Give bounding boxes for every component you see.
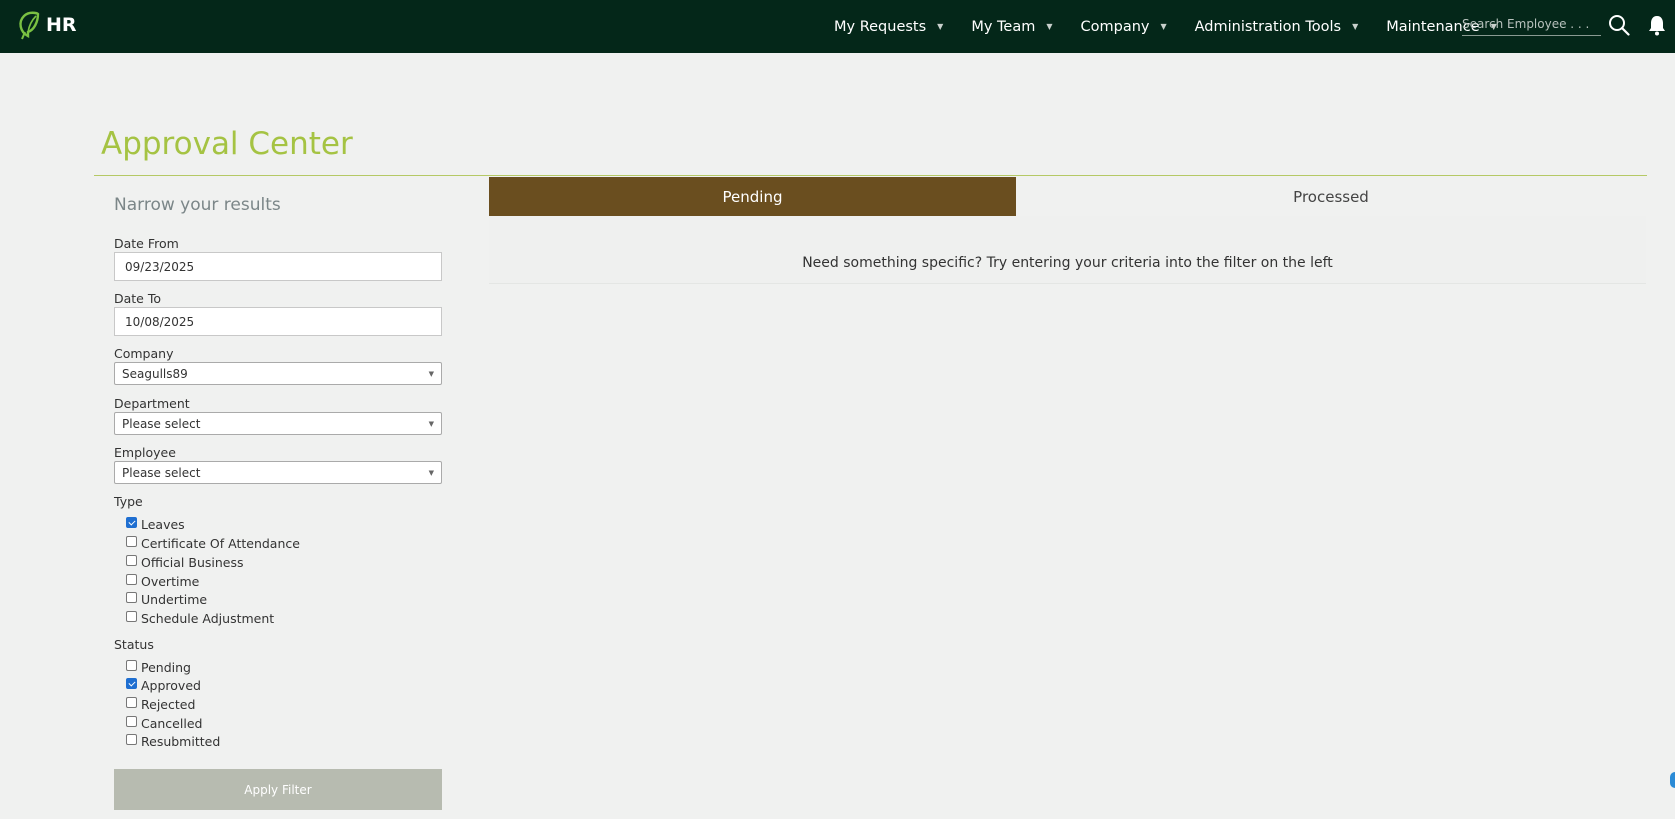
status-checkbox-rejected[interactable]: Rejected (126, 697, 195, 712)
checkbox-checked-icon[interactable] (126, 678, 137, 689)
status-checkbox-label: Resubmitted (141, 734, 221, 749)
checkbox-icon[interactable] (126, 611, 137, 622)
nav-my-team[interactable]: My Team ▼ (971, 19, 1052, 35)
type-checkbox-certificate-of-attendance[interactable]: Certificate Of Attendance (126, 536, 300, 551)
apply-filter-button[interactable]: Apply Filter (114, 769, 442, 810)
bell-icon[interactable] (1647, 14, 1667, 36)
caret-down-icon: ▼ (1046, 22, 1053, 31)
date-from-input[interactable]: 09/23/2025 (114, 252, 442, 281)
top-nav-bar: HR My Requests ▼ My Team ▼ Company ▼ Adm… (0, 0, 1675, 53)
employee-select-value: Please select (122, 465, 201, 480)
type-checkbox-official-business[interactable]: Official Business (126, 555, 244, 570)
main-nav: My Requests ▼ My Team ▼ Company ▼ Admini… (834, 0, 1525, 53)
employee-label: Employee (114, 445, 176, 460)
nav-my-team-label: My Team (971, 18, 1036, 35)
date-from-value: 09/23/2025 (125, 259, 195, 274)
tab-processed[interactable]: Processed (1016, 177, 1646, 216)
type-checkbox-label: Certificate Of Attendance (141, 536, 300, 551)
checkbox-icon[interactable] (126, 592, 137, 603)
nav-administration-tools[interactable]: Administration Tools ▼ (1195, 19, 1359, 35)
type-checkbox-label: Schedule Adjustment (141, 611, 275, 626)
checkbox-icon[interactable] (126, 660, 137, 671)
status-checkbox-cancelled[interactable]: Cancelled (126, 716, 202, 731)
department-label: Department (114, 396, 190, 411)
nav-company-label: Company (1080, 18, 1150, 35)
filter-heading: Narrow your results (114, 195, 281, 215)
leaf-logo-icon (19, 11, 40, 40)
department-select[interactable]: Please select ▼ (114, 412, 442, 435)
tab-pending[interactable]: Pending (489, 177, 1016, 216)
status-checkbox-pending[interactable]: Pending (126, 660, 191, 675)
date-to-value: 10/08/2025 (125, 314, 195, 329)
brand-name: HR (46, 14, 77, 36)
brand-logo[interactable]: HR (16, 10, 77, 40)
page-title: Approval Center (101, 126, 353, 162)
chat-widget-icon[interactable] (1670, 772, 1675, 788)
type-checkbox-label: Undertime (141, 592, 208, 607)
nav-my-requests[interactable]: My Requests ▼ (834, 19, 943, 35)
checkbox-icon[interactable] (126, 697, 137, 708)
status-checkbox-resubmitted[interactable]: Resubmitted (126, 734, 220, 749)
caret-down-icon: ▼ (937, 22, 944, 31)
type-checkbox-label: Overtime (141, 574, 200, 589)
status-checkbox-approved[interactable]: Approved (126, 678, 201, 693)
type-checkbox-undertime[interactable]: Undertime (126, 592, 207, 607)
type-checkbox-leaves[interactable]: Leaves (126, 517, 185, 532)
employee-select[interactable]: Please select ▼ (114, 461, 442, 484)
status-checkbox-label: Approved (141, 678, 201, 693)
checkbox-icon[interactable] (126, 734, 137, 745)
type-checkbox-schedule-adjustment[interactable]: Schedule Adjustment (126, 611, 274, 626)
date-to-label: Date To (114, 291, 162, 306)
status-label: Status (114, 637, 154, 652)
checkbox-icon[interactable] (126, 555, 137, 566)
checkbox-icon[interactable] (126, 536, 137, 547)
checkbox-icon[interactable] (126, 716, 137, 727)
empty-results-hint: Need something specific? Try entering yo… (802, 255, 1333, 271)
checkbox-checked-icon[interactable] (126, 517, 137, 528)
type-checkbox-label: Leaves (141, 517, 185, 532)
type-checkbox-label: Official Business (141, 555, 244, 570)
title-divider (94, 175, 1647, 176)
checkbox-icon[interactable] (126, 574, 137, 585)
results-panel (489, 216, 1646, 284)
date-to-input[interactable]: 10/08/2025 (114, 307, 442, 336)
department-select-value: Please select (122, 416, 201, 431)
status-checkbox-label: Pending (141, 660, 191, 675)
chevron-down-icon: ▼ (428, 419, 434, 428)
company-select[interactable]: Seagulls89 ▼ (114, 362, 442, 385)
nav-administration-tools-label: Administration Tools (1194, 18, 1342, 35)
company-select-value: Seagulls89 (122, 366, 188, 381)
caret-down-icon: ▼ (1352, 22, 1359, 31)
chevron-down-icon: ▼ (428, 369, 434, 378)
chevron-down-icon: ▼ (428, 468, 434, 477)
nav-company[interactable]: Company ▼ (1081, 19, 1167, 35)
status-checkbox-label: Rejected (141, 697, 196, 712)
date-from-label: Date From (114, 236, 179, 251)
filter-panel-heading-wrap: Narrow your results (114, 195, 442, 235)
type-label: Type (114, 494, 143, 509)
status-checkbox-label: Cancelled (141, 716, 203, 731)
search-employee-input[interactable] (1462, 12, 1601, 36)
search-icon[interactable] (1608, 14, 1630, 36)
nav-my-requests-label: My Requests (834, 18, 927, 35)
type-checkbox-overtime[interactable]: Overtime (126, 574, 199, 589)
caret-down-icon: ▼ (1160, 22, 1167, 31)
company-label: Company (114, 346, 174, 361)
